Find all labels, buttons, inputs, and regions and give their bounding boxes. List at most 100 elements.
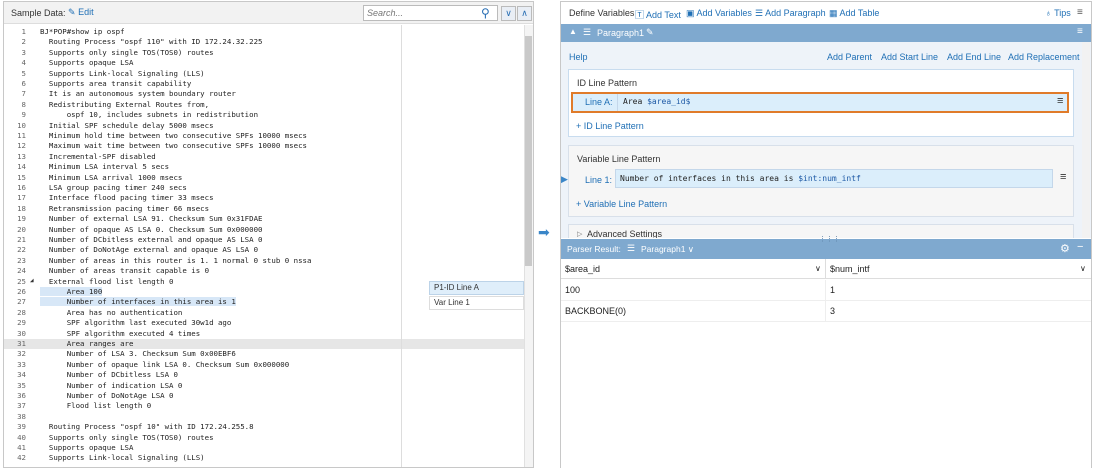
line-number: 27 bbox=[17, 297, 26, 307]
text-icon: 🅃 bbox=[635, 10, 645, 20]
add-id-line-pattern-link[interactable]: + ID Line Pattern bbox=[576, 121, 644, 131]
code-view[interactable]: 1 BJ*POP#show ip ospf 2 Routing Process "o… bbox=[4, 25, 524, 467]
code-line: 41 Supports opaque LSA bbox=[4, 443, 524, 453]
add-table-button[interactable]: ▦ Add Table bbox=[829, 8, 879, 19]
id-line-pattern[interactable]: Area $area_id$ bbox=[623, 97, 690, 106]
tips-button[interactable]: ♁ Tips bbox=[1045, 8, 1071, 18]
column-header-num-intf[interactable]: $num_intf ∨ bbox=[826, 259, 1091, 279]
code-text: Flood list length 0 bbox=[40, 401, 152, 411]
code-text: SPF algorithm executed 4 times bbox=[40, 328, 201, 338]
code-text: LSA group pacing timer 240 secs bbox=[40, 183, 187, 192]
code-line: 40 Supports only single TOS(TOS0) routes bbox=[4, 433, 524, 443]
annotation-var-line[interactable]: Var Line 1 bbox=[429, 296, 524, 310]
var-line-label: Line 1: bbox=[585, 175, 613, 185]
code-text: Number of areas in this router is 1. 1 n… bbox=[40, 255, 312, 265]
line-number: 19 bbox=[17, 214, 26, 224]
code-text: BJ*POP#show ip ospf bbox=[40, 27, 125, 36]
advanced-settings-label: Advanced Settings bbox=[587, 229, 663, 238]
drag-handle-icon[interactable]: ⋮⋮⋮ bbox=[819, 235, 840, 243]
add-text-button[interactable]: 🅃 Add Text bbox=[635, 8, 681, 21]
line-number: 41 bbox=[17, 443, 26, 452]
code-line: 30 SPF algorithm executed 4 times bbox=[4, 329, 524, 339]
add-variables-label: Add Variables bbox=[696, 8, 752, 18]
search-icon[interactable]: ⚲ bbox=[481, 5, 497, 21]
code-text: Supports area transit capability bbox=[40, 79, 192, 88]
annotation-id-line[interactable]: P1-ID Line A bbox=[429, 281, 524, 295]
var-line-pattern[interactable]: Number of interfaces in this area is $in… bbox=[615, 169, 1053, 188]
line-number: 21 bbox=[17, 235, 26, 244]
parser-result-label: Parser Result: bbox=[567, 244, 621, 254]
line-number: 42 bbox=[17, 453, 26, 463]
code-line: 16 LSA group pacing timer 240 secs bbox=[4, 183, 524, 193]
collapse-icon[interactable]: ▲ bbox=[569, 27, 577, 36]
line-number: 31 bbox=[17, 339, 26, 348]
line-number: 28 bbox=[17, 307, 26, 317]
add-table-label: Add Table bbox=[839, 8, 880, 18]
add-parent-link[interactable]: Add Parent bbox=[827, 52, 872, 62]
code-line: 34 Number of DCbitless LSA 0 bbox=[4, 370, 524, 380]
code-text: Area ranges are bbox=[40, 339, 134, 348]
chevron-down-icon[interactable]: ∨ bbox=[815, 259, 821, 279]
code-text: Number of indication LSA 0 bbox=[40, 380, 183, 390]
minimize-icon[interactable]: − bbox=[1077, 241, 1083, 253]
add-end-line-link[interactable]: Add End Line bbox=[947, 52, 1001, 62]
chevron-up-icon[interactable]: ∧ bbox=[517, 6, 532, 21]
chevron-down-icon[interactable]: ∨ bbox=[501, 6, 516, 21]
code-text: External flood list length 0 bbox=[40, 276, 174, 286]
menu-icon[interactable]: ≡ bbox=[1057, 95, 1063, 107]
code-line: 1 BJ*POP#show ip ospf bbox=[4, 27, 524, 37]
add-start-line-link[interactable]: Add Start Line bbox=[881, 52, 938, 62]
code-line: 23 Number of areas in this router is 1. … bbox=[4, 256, 524, 266]
add-variables-button[interactable]: ▣ Add Variables bbox=[686, 8, 752, 19]
menu-icon[interactable]: ≡ bbox=[1060, 171, 1066, 183]
column-header-area-id[interactable]: $area_id ∨ bbox=[561, 259, 826, 279]
line-number: 18 bbox=[17, 203, 26, 213]
add-replacement-link[interactable]: Add Replacement bbox=[1008, 52, 1080, 62]
gear-icon[interactable]: ⚙ bbox=[1060, 242, 1070, 255]
line-number: 7 bbox=[21, 89, 26, 99]
menu-icon[interactable]: ≡ bbox=[1077, 7, 1083, 18]
id-line-row[interactable]: Line A: Area $area_id$ ≡ bbox=[571, 92, 1069, 113]
table-cell: 1 bbox=[826, 280, 1091, 301]
result-paragraph-select[interactable]: Paragraph1 ∨ bbox=[641, 244, 694, 255]
scrollbar-thumb[interactable] bbox=[525, 36, 532, 266]
code-text: Supports only single TOS(TOS0) routes bbox=[40, 47, 214, 57]
pencil-icon: ✎ bbox=[68, 7, 76, 17]
code-text: Area has no authentication bbox=[40, 307, 183, 317]
id-line-variable: $area_id$ bbox=[647, 97, 691, 106]
line-number: 17 bbox=[17, 193, 26, 203]
var-line-text: Number of interfaces in this area is bbox=[620, 174, 799, 183]
line-number: 9 bbox=[21, 110, 26, 120]
menu-icon[interactable]: ≡ bbox=[1077, 26, 1083, 37]
arrow-right-icon: ➡ bbox=[538, 224, 550, 240]
scrollbar[interactable] bbox=[1082, 42, 1090, 238]
add-paragraph-button[interactable]: ☰ Add Paragraph bbox=[755, 8, 826, 19]
chevron-down-icon: ∨ bbox=[687, 244, 695, 254]
code-line: 7 It is an autonomous system boundary ro… bbox=[4, 89, 524, 99]
line-number: 4 bbox=[21, 58, 26, 68]
code-line: 22 Number of DoNotAge external and opaqu… bbox=[4, 245, 524, 255]
chevron-down-icon[interactable]: ∨ bbox=[1080, 259, 1086, 279]
fold-icon[interactable]: ◢ bbox=[30, 277, 34, 284]
search-input[interactable] bbox=[363, 5, 498, 21]
edit-button[interactable]: ✎ Edit bbox=[68, 7, 94, 18]
add-variable-line-pattern-link[interactable]: + Variable Line Pattern bbox=[576, 199, 667, 209]
column-header-label: $area_id bbox=[565, 264, 601, 274]
var-line-variable: $int:num_intf bbox=[798, 174, 861, 183]
code-text: It is an autonomous system boundary rout… bbox=[40, 89, 236, 99]
table-cell: 3 bbox=[826, 301, 1091, 322]
code-line: 11 Minimum hold time between two consecu… bbox=[4, 131, 524, 141]
code-text: Minimum LSA arrival 1000 msecs bbox=[40, 172, 183, 182]
paragraph-header[interactable]: ▲ ☰ Paragraph1 ✎ ≡ bbox=[561, 24, 1091, 42]
paragraph-title: Paragraph1 bbox=[597, 28, 645, 38]
line-number: 33 bbox=[17, 359, 26, 369]
pencil-icon[interactable]: ✎ bbox=[646, 27, 654, 38]
line-number: 1 bbox=[21, 27, 26, 36]
code-text: Incremental-SPF disabled bbox=[40, 151, 156, 161]
code-line: 2 Routing Process "ospf 110" with ID 172… bbox=[4, 37, 524, 47]
line-number: 8 bbox=[21, 99, 26, 109]
code-text: Initial SPF schedule delay 5000 msecs bbox=[40, 120, 214, 130]
help-link[interactable]: Help bbox=[569, 52, 588, 62]
line-number: 6 bbox=[21, 79, 26, 88]
code-line: 13 Incremental-SPF disabled bbox=[4, 152, 524, 162]
